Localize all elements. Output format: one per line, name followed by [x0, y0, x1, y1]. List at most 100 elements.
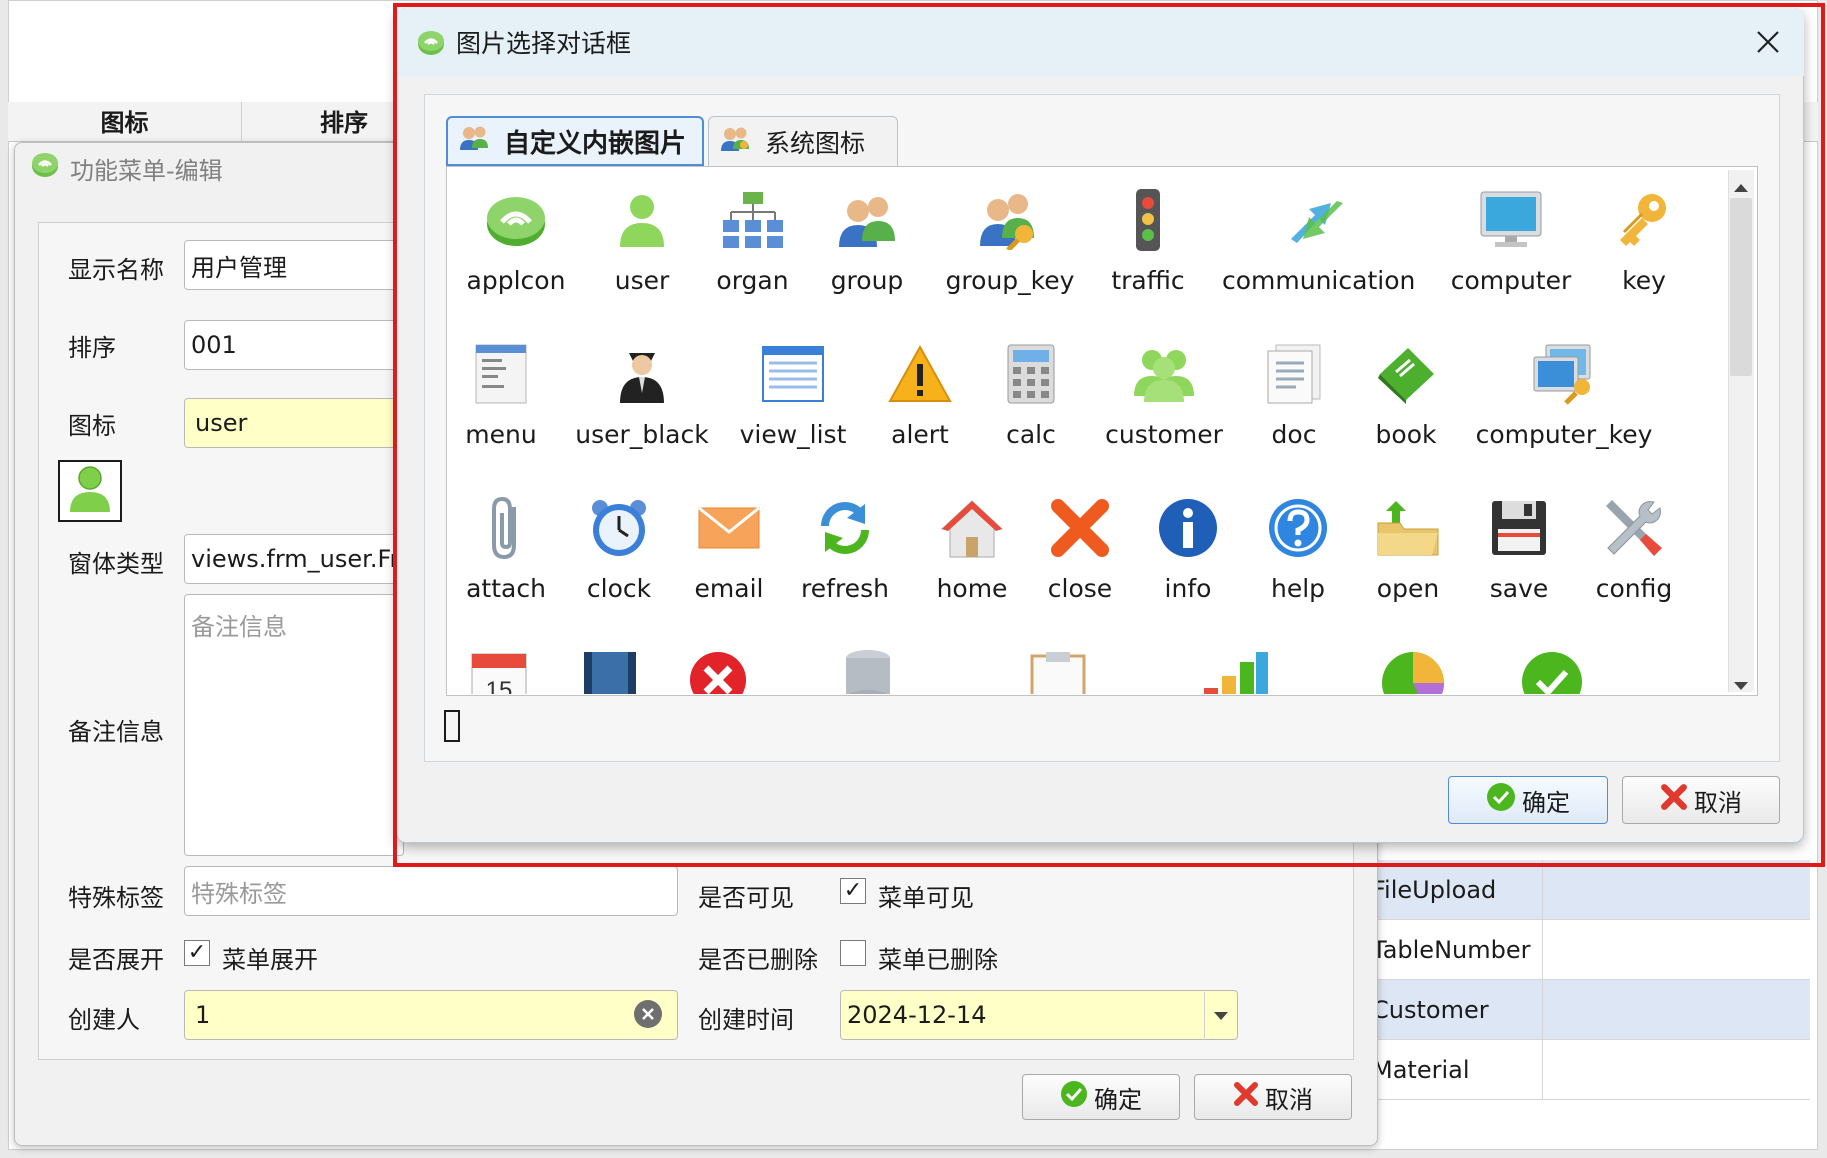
grid-row[interactable]: Customer	[1370, 980, 1810, 1040]
icon-tile-label: computer_key	[1475, 420, 1653, 449]
icon-tile-communication[interactable]: communication	[1222, 184, 1415, 295]
expanded-checkbox-label[interactable]: 菜单展开	[222, 940, 318, 975]
icon-tile-view-list[interactable]: view_list	[728, 338, 858, 449]
icon-tile-attach[interactable]: attach	[456, 492, 556, 603]
form-type-input[interactable]: views.frm_user.Frm	[184, 534, 404, 584]
icon-tile-config[interactable]: config	[1584, 492, 1684, 603]
image-dialog-title: 图片选择对话框	[456, 29, 632, 58]
icon-tile-book[interactable]: book	[1360, 338, 1452, 449]
deleted-label: 是否已删除	[698, 946, 818, 974]
icon-tile-refresh[interactable]: refresh	[790, 492, 900, 603]
icon-tile-applcon[interactable]: applcon	[466, 184, 566, 295]
icon-tile-home[interactable]: home	[922, 492, 1022, 603]
deleted-checkbox-label[interactable]: 菜单已删除	[878, 940, 998, 975]
creator-input[interactable]: 1	[184, 990, 678, 1040]
grid-row[interactable]: TableNumber	[1370, 920, 1810, 980]
paperclip-icon	[456, 492, 556, 564]
icon-preview[interactable]	[58, 460, 122, 522]
icon-tile-label: calc	[1006, 420, 1056, 449]
image-ok-button[interactable]: 确定	[1448, 776, 1608, 824]
icon-tile-label: group_key	[945, 266, 1075, 295]
created-time-input[interactable]: 2024-12-14	[840, 990, 1238, 1040]
icon-tile-organ[interactable]: organ	[700, 184, 805, 295]
gallery-scrollbar-thumb[interactable]	[1730, 198, 1752, 376]
icon-tile-label: open	[1376, 574, 1440, 603]
database-icon[interactable]	[842, 648, 900, 694]
special-tag-input[interactable]: 特殊标签	[184, 866, 678, 916]
tab-custom-images-label: 自定义内嵌图片	[504, 128, 687, 159]
pie-chart-icon[interactable]	[1380, 650, 1446, 694]
user-icon	[592, 184, 692, 256]
grid-row[interactable]: Material	[1370, 1040, 1810, 1100]
remark-label: 备注信息	[68, 718, 164, 746]
clipboard-icon[interactable]	[1028, 650, 1088, 694]
bar-chart-icon[interactable]	[1200, 648, 1270, 694]
icon-tile-label: applcon	[466, 266, 566, 295]
clear-icon[interactable]	[634, 1000, 662, 1028]
icon-tile-info[interactable]: info	[1150, 492, 1226, 603]
expanded-checkbox[interactable]: ✓	[184, 940, 210, 966]
info-icon	[1150, 492, 1226, 564]
check-circle-icon[interactable]	[1520, 650, 1584, 694]
icon-tile-calc[interactable]: calc	[988, 338, 1074, 449]
icon-tile-computer-key[interactable]: computer_key	[1474, 338, 1654, 449]
icon-tile-label: traffic	[1111, 266, 1185, 295]
icon-tile-alert[interactable]: alert	[874, 338, 966, 449]
icon-tile-customer[interactable]: customer	[1098, 338, 1230, 449]
icon-tile-clock[interactable]: clock	[572, 492, 666, 603]
icon-tile-help[interactable]: help	[1260, 492, 1336, 603]
icon-tile-group-key[interactable]: group_key	[940, 184, 1080, 295]
remark-textarea[interactable]: 备注信息	[184, 594, 404, 856]
icon-tile-traffic[interactable]: traffic	[1096, 184, 1200, 295]
scroll-up-icon[interactable]	[1733, 178, 1749, 197]
dialog-close-button[interactable]	[1752, 28, 1784, 60]
icon-tile-group[interactable]: group	[812, 184, 922, 295]
icon-tile-key[interactable]: key	[1596, 184, 1692, 295]
icon-tile-label: computer	[1450, 266, 1572, 295]
icon-tile-doc[interactable]: doc	[1254, 338, 1334, 449]
visible-checkbox[interactable]: ✓	[840, 878, 866, 904]
icon-tile-label: info	[1164, 574, 1212, 603]
visible-checkbox-label[interactable]: 菜单可见	[878, 878, 974, 913]
tab-system-icons[interactable]: 系统图标	[708, 116, 898, 166]
tab-custom-images[interactable]: 自定义内嵌图片	[446, 116, 704, 166]
order-input[interactable]: 001	[184, 320, 404, 370]
icon-tile-email[interactable]: email	[684, 492, 774, 603]
date-dropdown-button[interactable]	[1204, 992, 1236, 1038]
display-name-input[interactable]: 用户管理	[184, 240, 404, 290]
grid-cell-name: Material	[1372, 1056, 1470, 1084]
tab-system-icons-label: 系统图标	[765, 128, 866, 158]
creator-label: 创建人	[68, 1006, 140, 1034]
icon-tile-user-black[interactable]: user_black	[574, 338, 710, 449]
icon-tile-user[interactable]: user	[592, 184, 692, 295]
svg-text:15: 15	[486, 677, 513, 694]
icon-label: 图标	[68, 412, 116, 440]
grid-column-header-icon[interactable]: 图标	[8, 102, 242, 142]
menu-edit-title-bar: 功能菜单-编辑	[30, 150, 223, 186]
edit-ok-label: 确定	[1094, 1085, 1142, 1114]
traffic-light-icon	[1096, 184, 1200, 256]
created-time-label: 创建时间	[698, 1006, 794, 1034]
film-icon[interactable]	[582, 650, 638, 694]
help-icon	[1260, 492, 1336, 564]
icon-tile-save[interactable]: save	[1474, 492, 1564, 603]
icon-tile-close[interactable]: close	[1040, 492, 1120, 603]
edit-ok-button[interactable]: 确定	[1022, 1074, 1180, 1120]
view-list-icon	[728, 338, 858, 410]
icon-tile-open[interactable]: open	[1362, 492, 1454, 603]
created-time-value: 2024-12-14	[847, 1001, 987, 1029]
icon-input[interactable]: user	[184, 398, 404, 448]
grid-row[interactable]: FileUpload	[1370, 860, 1810, 920]
icon-tile-menu[interactable]: menu	[456, 338, 546, 449]
grid-cell-name: TableNumber	[1372, 936, 1531, 964]
deleted-checkbox[interactable]	[840, 940, 866, 966]
app-logo-icon	[416, 28, 446, 62]
calendar-icon[interactable]: 15	[470, 648, 528, 694]
image-cancel-button[interactable]: 取消	[1622, 776, 1780, 824]
refresh-icon	[790, 492, 900, 564]
icon-tile-computer[interactable]: computer	[1448, 184, 1574, 295]
error-icon[interactable]	[688, 650, 748, 694]
menu-icon	[456, 338, 546, 410]
edit-cancel-button[interactable]: 取消	[1194, 1074, 1352, 1120]
scroll-down-icon[interactable]	[1733, 676, 1749, 695]
